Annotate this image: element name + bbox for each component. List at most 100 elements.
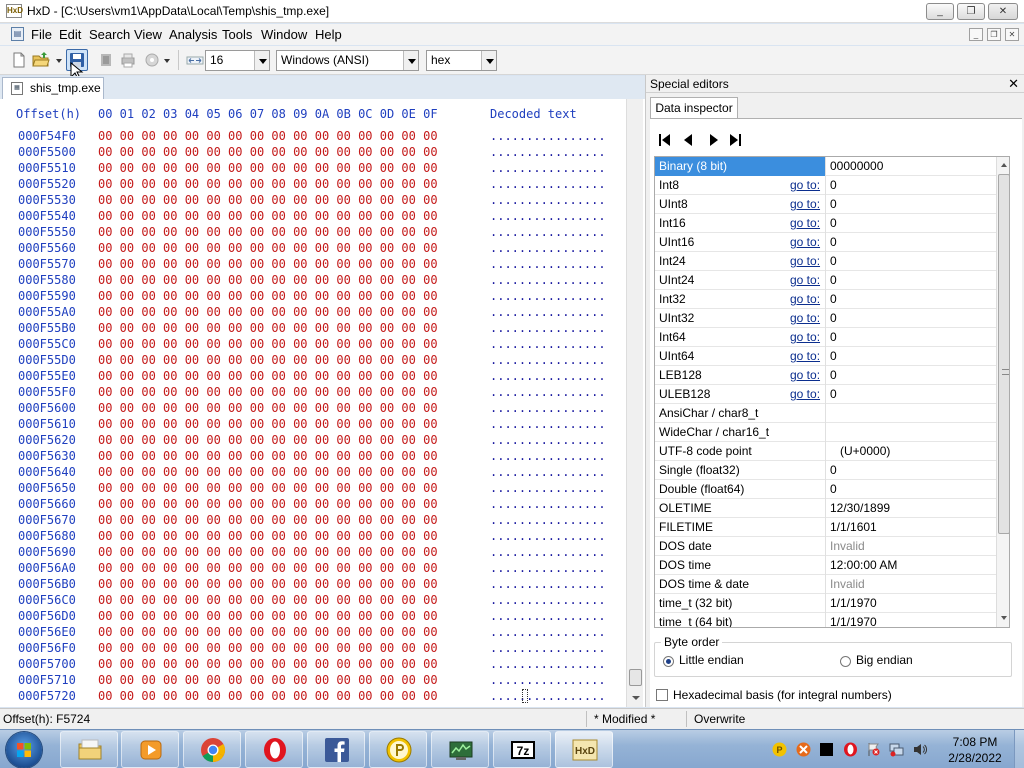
inspector-row[interactable]: FILETIME 1/1/1601 <box>655 518 996 537</box>
goto-link[interactable]: go to: <box>790 349 820 363</box>
inspector-row[interactable]: time_t (32 bit) 1/1/1970 <box>655 594 996 613</box>
properties-icon[interactable] <box>143 51 161 69</box>
menu-tools[interactable]: Tools <box>222 27 252 42</box>
row-decoded-text[interactable]: ................ <box>490 513 606 527</box>
hex-vertical-scrollbar[interactable] <box>626 99 643 707</box>
row-bytes[interactable]: 00 00 00 00 00 00 00 00 00 00 00 00 00 0… <box>98 529 438 543</box>
goto-link[interactable]: go to: <box>790 178 820 192</box>
inspector-row[interactable]: Int8 go to: 0 <box>655 176 996 195</box>
row-bytes[interactable]: 00 00 00 00 00 00 00 00 00 00 00 00 00 0… <box>98 593 438 607</box>
row-bytes[interactable]: 00 00 00 00 00 00 00 00 00 00 00 00 00 0… <box>98 625 438 639</box>
row-bytes[interactable]: 00 00 00 00 00 00 00 00 00 00 00 00 00 0… <box>98 321 438 335</box>
row-decoded-text[interactable]: ................ <box>490 657 606 671</box>
row-bytes[interactable]: 00 00 00 00 00 00 00 00 00 00 00 00 00 0… <box>98 337 438 351</box>
row-bytes[interactable]: 00 00 00 00 00 00 00 00 00 00 00 00 00 0… <box>98 241 438 255</box>
scroll-up-arrow-icon[interactable] <box>997 158 1009 173</box>
inspector-row[interactable]: AnsiChar / char8_t <box>655 404 996 423</box>
row-decoded-text[interactable]: ................ <box>490 305 606 319</box>
row-bytes[interactable]: 00 00 00 00 00 00 00 00 00 00 00 00 00 0… <box>98 673 438 687</box>
row-decoded-text[interactable]: ................ <box>490 593 606 607</box>
row-bytes[interactable]: 00 00 00 00 00 00 00 00 00 00 00 00 00 0… <box>98 177 438 191</box>
hex-row[interactable]: 000F5510 00 00 00 00 00 00 00 00 00 00 00… <box>0 161 626 177</box>
menu-file[interactable]: File <box>31 27 52 42</box>
row-decoded-text[interactable]: ................ <box>490 337 606 351</box>
inspector-row[interactable]: Int16 go to: 0 <box>655 214 996 233</box>
menu-analysis[interactable]: Analysis <box>169 27 217 42</box>
hex-row[interactable]: 000F56B0 00 00 00 00 00 00 00 00 00 00 00… <box>0 577 626 593</box>
inspector-row[interactable]: DOS time 12:00:00 AM <box>655 556 996 575</box>
hex-row[interactable]: 000F5580 00 00 00 00 00 00 00 00 00 00 00… <box>0 273 626 289</box>
hex-row[interactable]: 000F5690 00 00 00 00 00 00 00 00 00 00 00… <box>0 545 626 561</box>
inspector-value[interactable]: 0 <box>825 366 996 385</box>
inspector-value[interactable]: 0 <box>825 385 996 404</box>
hxd-app-icon[interactable]: HxD <box>6 4 23 18</box>
goto-link[interactable]: go to: <box>790 311 820 325</box>
charset-select[interactable]: Windows (ANSI) <box>276 50 419 71</box>
row-decoded-text[interactable]: ................ <box>490 449 606 463</box>
scroll-down-arrow-icon[interactable] <box>997 611 1009 626</box>
inspector-value[interactable]: 0 <box>825 195 996 214</box>
close-button[interactable]: ✕ <box>988 3 1018 20</box>
row-decoded-text[interactable]: ................ <box>490 225 606 239</box>
scrollbar-thumb[interactable] <box>629 669 642 686</box>
row-decoded-text[interactable]: ................ <box>490 561 606 575</box>
hex-row[interactable]: 000F54F0 00 00 00 00 00 00 00 00 00 00 00… <box>0 129 626 145</box>
row-decoded-text[interactable]: ................ <box>490 609 606 623</box>
row-decoded-text[interactable]: ................ <box>490 545 606 559</box>
taskbar-7zip[interactable]: 7z <box>493 731 551 768</box>
row-decoded-text[interactable]: ................ <box>490 481 606 495</box>
row-bytes[interactable]: 00 00 00 00 00 00 00 00 00 00 00 00 00 0… <box>98 193 438 207</box>
menu-window[interactable]: Window <box>261 27 307 42</box>
row-bytes[interactable]: 00 00 00 00 00 00 00 00 00 00 00 00 00 0… <box>98 289 438 303</box>
row-decoded-text[interactable]: ................ <box>490 321 606 335</box>
tab-shis-tmp-exe[interactable]: ▦ shis_tmp.exe <box>2 77 104 99</box>
hex-editor[interactable]: Offset(h) 00 01 02 03 04 05 06 07 08 09 … <box>0 99 645 707</box>
mdi-close-button[interactable]: ✕ <box>1005 28 1019 41</box>
row-bytes[interactable]: 00 00 00 00 00 00 00 00 00 00 00 00 00 0… <box>98 481 438 495</box>
taskbar-opera[interactable] <box>245 731 303 768</box>
inspector-value[interactable]: 12/30/1899 <box>825 499 996 518</box>
goto-link[interactable]: go to: <box>790 216 820 230</box>
inspector-value[interactable]: 0 <box>825 271 996 290</box>
antivirus-tray-icon[interactable] <box>796 742 811 757</box>
mdi-restore-button[interactable]: ❐ <box>987 28 1001 41</box>
row-bytes[interactable]: 00 00 00 00 00 00 00 00 00 00 00 00 00 0… <box>98 561 438 575</box>
row-bytes[interactable]: 00 00 00 00 00 00 00 00 00 00 00 00 00 0… <box>98 433 438 447</box>
menu-search[interactable]: Search <box>89 27 130 42</box>
row-decoded-text[interactable]: ................ <box>490 289 606 303</box>
row-bytes[interactable]: 00 00 00 00 00 00 00 00 00 00 00 00 00 0… <box>98 449 438 463</box>
network-tray-icon[interactable] <box>889 742 904 757</box>
start-button[interactable] <box>6 732 42 768</box>
inspector-row[interactable]: OLETIME 12/30/1899 <box>655 499 996 518</box>
row-bytes[interactable]: 00 00 00 00 00 00 00 00 00 00 00 00 00 0… <box>98 145 438 159</box>
hex-row[interactable]: 000F5700 00 00 00 00 00 00 00 00 00 00 00… <box>0 657 626 673</box>
row-decoded-text[interactable]: ................ <box>490 385 606 399</box>
inspector-row[interactable]: Int64 go to: 0 <box>655 328 996 347</box>
inspector-value[interactable]: Invalid <box>825 537 996 556</box>
hex-row[interactable]: 000F5610 00 00 00 00 00 00 00 00 00 00 00… <box>0 417 626 433</box>
inspector-row[interactable]: DOS date Invalid <box>655 537 996 556</box>
mdi-minimize-button[interactable]: _ <box>969 28 983 41</box>
volume-icon[interactable] <box>912 742 927 757</box>
hex-row[interactable]: 000F5670 00 00 00 00 00 00 00 00 00 00 00… <box>0 513 626 529</box>
little-endian-label[interactable]: Little endian <box>679 653 744 667</box>
goto-link[interactable]: go to: <box>790 292 820 306</box>
black-square-tray-icon[interactable] <box>819 742 834 757</box>
scrollbar-thumb[interactable] <box>998 174 1009 534</box>
hex-row[interactable]: 000F56A0 00 00 00 00 00 00 00 00 00 00 00… <box>0 561 626 577</box>
row-bytes[interactable]: 00 00 00 00 00 00 00 00 00 00 00 00 00 0… <box>98 609 438 623</box>
hex-row[interactable]: 000F55E0 00 00 00 00 00 00 00 00 00 00 00… <box>0 369 626 385</box>
hex-row[interactable]: 000F55F0 00 00 00 00 00 00 00 00 00 00 00… <box>0 385 626 401</box>
goto-link[interactable]: go to: <box>790 254 820 268</box>
row-bytes[interactable]: 00 00 00 00 00 00 00 00 00 00 00 00 00 0… <box>98 641 438 655</box>
hex-row[interactable]: 000F55A0 00 00 00 00 00 00 00 00 00 00 00… <box>0 305 626 321</box>
inspector-value[interactable]: 0 <box>825 290 996 309</box>
row-bytes[interactable]: 00 00 00 00 00 00 00 00 00 00 00 00 00 0… <box>98 369 438 383</box>
hex-row[interactable]: 000F5560 00 00 00 00 00 00 00 00 00 00 00… <box>0 241 626 257</box>
action-center-flag-icon[interactable] <box>866 742 881 757</box>
first-icon[interactable] <box>657 132 673 148</box>
row-decoded-text[interactable]: ................ <box>490 497 606 511</box>
hex-row[interactable]: 000F5500 00 00 00 00 00 00 00 00 00 00 00… <box>0 145 626 161</box>
row-bytes[interactable]: 00 00 00 00 00 00 00 00 00 00 00 00 00 0… <box>98 305 438 319</box>
row-bytes[interactable]: 00 00 00 00 00 00 00 00 00 00 00 00 00 0… <box>98 545 438 559</box>
